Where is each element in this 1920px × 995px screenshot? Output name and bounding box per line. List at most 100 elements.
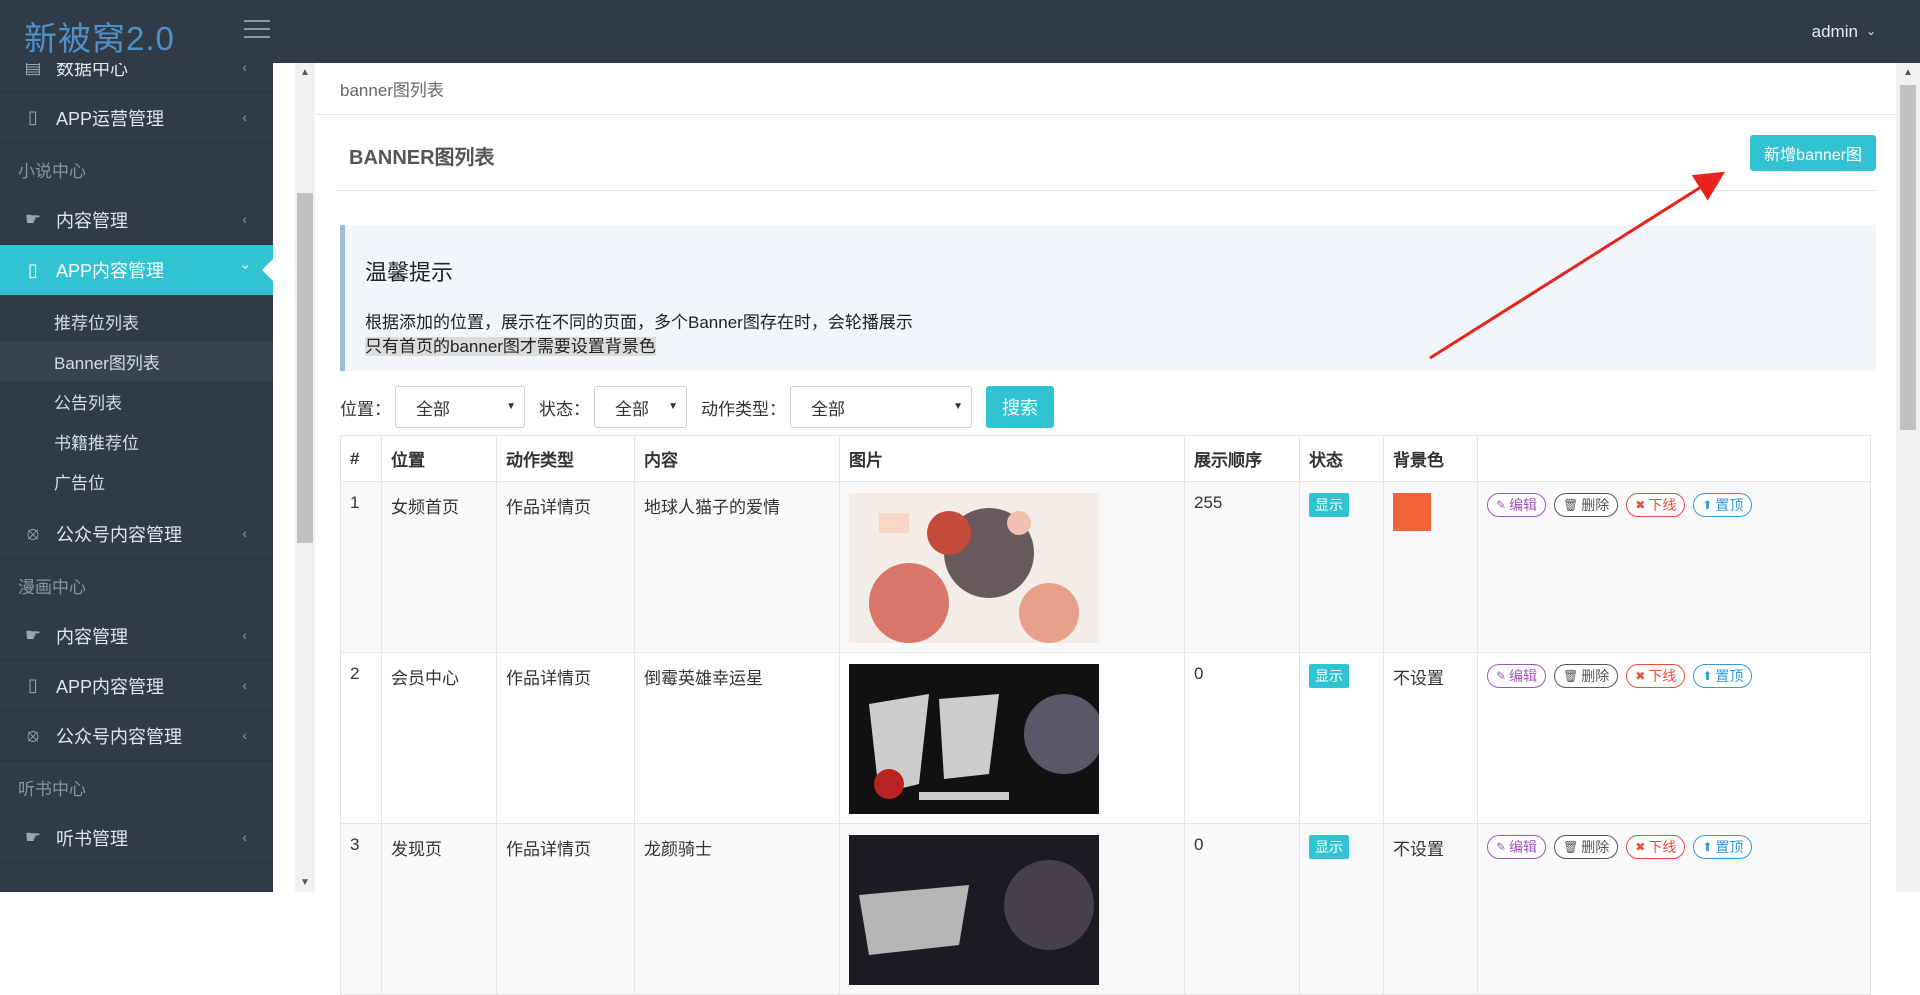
delete-button[interactable]: 🗑 删除	[1554, 493, 1619, 517]
delete-button[interactable]: 🗑 删除	[1554, 664, 1619, 688]
mobile-icon: ▯	[28, 259, 38, 280]
sidebar-sub-ads[interactable]: 广告位	[0, 461, 273, 501]
chevron-left-icon: ‹	[242, 211, 247, 227]
sidebar-item-comic-content[interactable]: ☛ 内容管理 ‹	[0, 611, 273, 661]
banner-thumbnail[interactable]	[849, 664, 1099, 814]
sidebar-item-app-content[interactable]: ▯ APP内容管理 ›	[0, 245, 273, 295]
banner-table: # 位置 动作类型 内容 图片 展示顺序 状态 背景色 1 女频首页 作品详情页…	[340, 435, 1871, 995]
sidebar-section-audio: 听书中心	[18, 779, 86, 799]
arrow-up-icon: ⬆	[1702, 840, 1713, 854]
sidebar-scrollbar[interactable]: ▲ ▼	[295, 63, 315, 892]
trash-icon: 🗑	[1563, 669, 1579, 683]
sidebar-sub-recommend[interactable]: 推荐位列表	[0, 301, 273, 341]
close-icon: ✖	[1635, 669, 1646, 683]
scrollbar-thumb[interactable]	[1900, 85, 1916, 430]
edit-icon: ✎	[1496, 498, 1507, 512]
cell-bg	[1383, 481, 1478, 653]
sidebar-item-content-mgmt[interactable]: ☛ 内容管理 ‹	[0, 195, 273, 245]
cell-position: 发现页	[381, 823, 497, 995]
edit-icon: ✎	[1496, 669, 1507, 683]
sidebar-item-app-ops[interactable]: ▯ APP运营管理 ‹	[0, 93, 273, 143]
edit-icon: ✎	[1496, 840, 1507, 854]
position-select[interactable]: 全部 ▼	[395, 386, 525, 428]
sidebar-item-wechat-content[interactable]: ⦻ 公众号内容管理 ‹	[0, 509, 273, 559]
cell-ops: ✎ 编辑 🗑 删除 ✖ 下线 ⬆ 置顶	[1477, 481, 1871, 653]
cell-image	[839, 652, 1185, 824]
col-status: 状态	[1299, 435, 1384, 482]
action-type-select[interactable]: 全部 ▼	[790, 386, 972, 428]
status-badge: 显示	[1309, 664, 1349, 688]
sidebar-item-data-center[interactable]: ▤ 数据中心 ‹	[0, 63, 273, 93]
pin-top-button[interactable]: ⬆ 置顶	[1693, 835, 1753, 859]
add-banner-button[interactable]: 新增banner图	[1750, 135, 1876, 171]
col-action: 动作类型	[496, 435, 635, 482]
sidebar-sub-notice[interactable]: 公告列表	[0, 381, 273, 421]
page-scrollbar[interactable]: ▲	[1896, 63, 1920, 892]
cell-order: 0	[1184, 823, 1300, 995]
col-id: #	[340, 435, 382, 482]
action-type-label: 动作类型：	[701, 399, 786, 419]
col-bg: 背景色	[1383, 435, 1478, 482]
chevron-down-icon: ›	[238, 264, 255, 270]
pin-top-button[interactable]: ⬆ 置顶	[1693, 493, 1753, 517]
close-icon: ✖	[1635, 840, 1646, 854]
chevron-left-icon: ‹	[242, 627, 247, 643]
cell-image	[839, 823, 1185, 995]
chevron-left-icon: ‹	[242, 829, 247, 845]
close-icon: ✖	[1635, 498, 1646, 512]
page-title: BANNER图列表	[349, 147, 495, 169]
sidebar-sub-book-recommend[interactable]: 书籍推荐位	[0, 421, 273, 461]
menu-toggle-icon[interactable]	[244, 20, 270, 42]
cell-bg: 不设置	[1383, 652, 1478, 824]
app-logo[interactable]: 新被窝2.0	[24, 12, 175, 60]
table-row: 1 女频首页 作品详情页 地球人猫子的爱情 255 显示 ✎ 编辑 🗑 删除 ✖…	[340, 481, 1871, 653]
main-content: banner图列表 BANNER图列表 新增banner图 温馨提示 根据添加的…	[316, 63, 1896, 995]
search-button[interactable]: 搜索	[986, 386, 1054, 428]
status-select[interactable]: 全部 ▼	[594, 386, 687, 428]
scrollbar-thumb[interactable]	[297, 193, 313, 543]
bg-color-swatch	[1393, 493, 1431, 531]
banner-thumbnail[interactable]	[849, 493, 1099, 643]
cell-bg: 不设置	[1383, 823, 1478, 995]
edit-button[interactable]: ✎ 编辑	[1487, 493, 1547, 517]
database-icon: ▤	[24, 63, 42, 77]
cell-action: 作品详情页	[496, 652, 635, 824]
filter-bar: 位置： 全部 ▼ 状态： 全部 ▼ 动作类型： 全部 ▼ 搜索	[340, 385, 1896, 429]
pin-top-button[interactable]: ⬆ 置顶	[1693, 664, 1753, 688]
edit-button[interactable]: ✎ 编辑	[1487, 664, 1547, 688]
tip-box: 温馨提示 根据添加的位置，展示在不同的页面，多个Banner图存在时，会轮播展示…	[340, 225, 1876, 371]
user-name: admin	[1811, 22, 1858, 41]
chevron-down-icon: ⌄	[1865, 24, 1876, 38]
cell-id: 3	[340, 823, 382, 995]
banner-thumbnail[interactable]	[849, 835, 1099, 985]
sidebar-sub-banner[interactable]: Banner图列表	[0, 341, 273, 381]
col-order: 展示顺序	[1184, 435, 1300, 482]
offline-button[interactable]: ✖ 下线	[1626, 835, 1686, 859]
cell-status: 显示	[1299, 481, 1384, 653]
user-menu[interactable]: admin ⌄	[1812, 22, 1876, 42]
compass-icon: ⦻	[27, 725, 39, 745]
scroll-up-icon[interactable]: ▲	[300, 67, 310, 78]
scroll-up-icon[interactable]: ▲	[1903, 67, 1913, 78]
cell-order: 255	[1184, 481, 1300, 653]
compass-icon: ⦻	[27, 523, 39, 543]
trash-icon: 🗑	[1563, 840, 1579, 854]
tip-title: 温馨提示	[365, 260, 454, 285]
sidebar-item-comic-app[interactable]: ▯ APP内容管理 ‹	[0, 661, 273, 711]
col-actions	[1477, 435, 1871, 482]
sidebar-item-comic-wechat[interactable]: ⦻ 公众号内容管理 ‹	[0, 711, 273, 761]
col-content: 内容	[634, 435, 840, 482]
chevron-left-icon: ‹	[242, 677, 247, 693]
chevron-left-icon: ‹	[242, 727, 247, 743]
tip-line-2: 只有首页的banner图才需要设置背景色	[365, 337, 656, 356]
sidebar: ▤ 数据中心 ‹ ▯ APP运营管理 ‹ 小说中心 ☛ 内容管理 ‹ ▯ APP内容管理 › 推…	[0, 63, 273, 892]
delete-button[interactable]: 🗑 删除	[1554, 835, 1619, 859]
offline-button[interactable]: ✖ 下线	[1626, 664, 1686, 688]
status-label: 状态：	[539, 399, 590, 419]
offline-button[interactable]: ✖ 下线	[1626, 493, 1686, 517]
chevron-left-icon: ‹	[242, 63, 247, 75]
sidebar-item-audio-mgmt[interactable]: ☛ 听书管理 ‹	[0, 813, 273, 863]
status-badge: 显示	[1309, 835, 1349, 859]
scroll-down-icon[interactable]: ▼	[300, 877, 310, 888]
edit-button[interactable]: ✎ 编辑	[1487, 835, 1547, 859]
